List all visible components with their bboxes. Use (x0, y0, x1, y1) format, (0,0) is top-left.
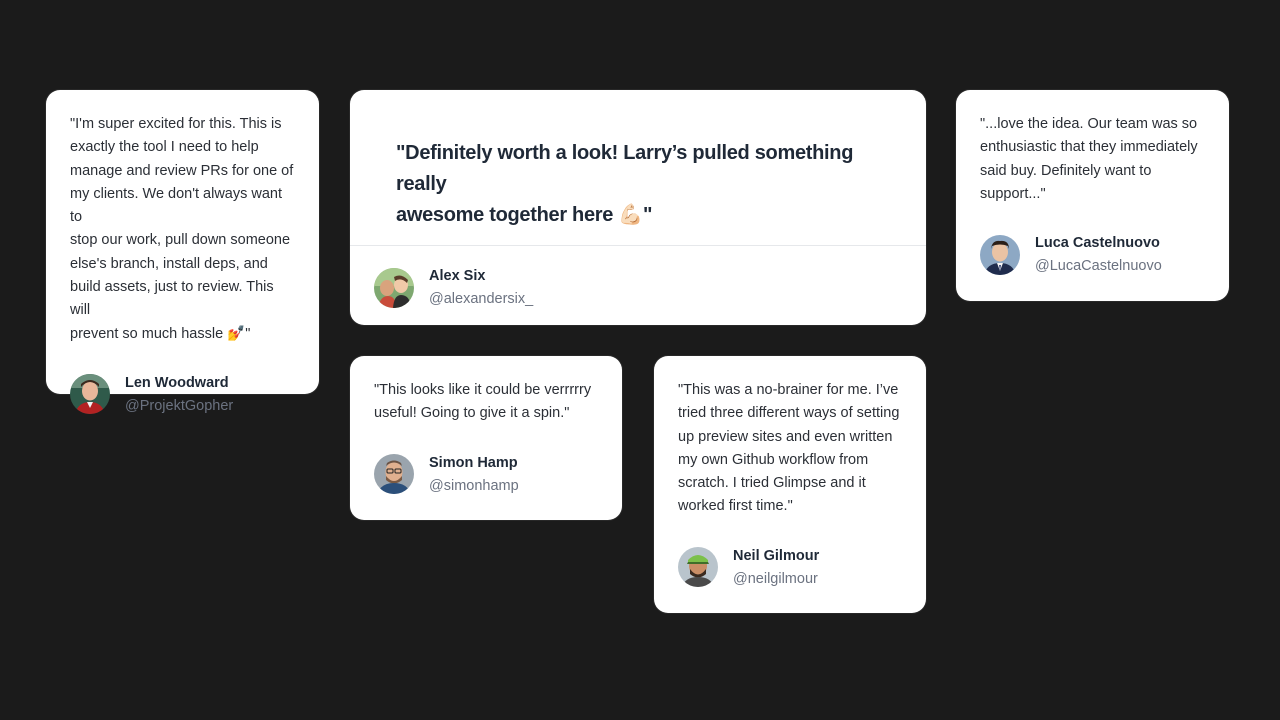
avatar-luca-castelnuovo (980, 234, 1020, 275)
testimonial-author: Alex Six @alexandersix_ (350, 246, 926, 329)
avatar-len-woodward (70, 374, 110, 415)
testimonial-card-len-woodward: "I'm super excited for this. This is exa… (46, 90, 319, 415)
author-handle[interactable]: @LucaCastelnuovo (1035, 256, 1162, 276)
author-name: Neil Gilmour (733, 547, 820, 564)
testimonial-quote: "This was a no-brainer for me. I’ve trie… (678, 382, 900, 515)
author-handle[interactable]: @alexandersix_ (429, 289, 533, 309)
author-handle[interactable]: @neilgilmour (733, 569, 819, 589)
author-name: Luca Castelnuovo (1035, 235, 1160, 252)
avatar-alex-six (374, 267, 414, 308)
author-name: Simon Hamp (429, 454, 518, 471)
author-handle[interactable]: @ProjektGopher (125, 396, 233, 416)
testimonial-author: Luca Castelnuovo @LucaCastelnuovo (980, 233, 1205, 276)
author-name: Alex Six (429, 268, 486, 284)
testimonial-author: Len Woodward @ProjektGopher (70, 373, 295, 416)
testimonial-quote: "I'm super excited for this. This is exa… (70, 116, 294, 342)
avatar-neil-gilmour (678, 547, 718, 588)
testimonial-card-alex-six: "Definitely worth a look! Larry’s pulled… (350, 90, 926, 325)
testimonial-card-luca-castelnuovo: "...love the idea. Our team was so enthu… (956, 90, 1229, 301)
testimonial-author: Simon Hamp @simonhamp (374, 453, 598, 496)
testimonial-quote: "...love the idea. Our team was so enthu… (980, 116, 1198, 202)
testimonial-card-simon-hamp: "This looks like it could be verrrrry us… (350, 356, 622, 520)
testimonial-author: Neil Gilmour @neilgilmour (678, 546, 902, 589)
testimonial-quote: "Definitely worth a look! Larry’s pulled… (396, 142, 854, 226)
author-handle[interactable]: @simonhamp (429, 476, 519, 496)
featured-quote-section: "Definitely worth a look! Larry’s pulled… (350, 90, 926, 246)
testimonial-card-neil-gilmour: "This was a no-brainer for me. I’ve trie… (654, 356, 926, 613)
author-name: Len Woodward (125, 374, 229, 391)
testimonial-quote: "This looks like it could be verrrrry us… (374, 382, 592, 422)
avatar-simon-hamp (374, 454, 414, 495)
